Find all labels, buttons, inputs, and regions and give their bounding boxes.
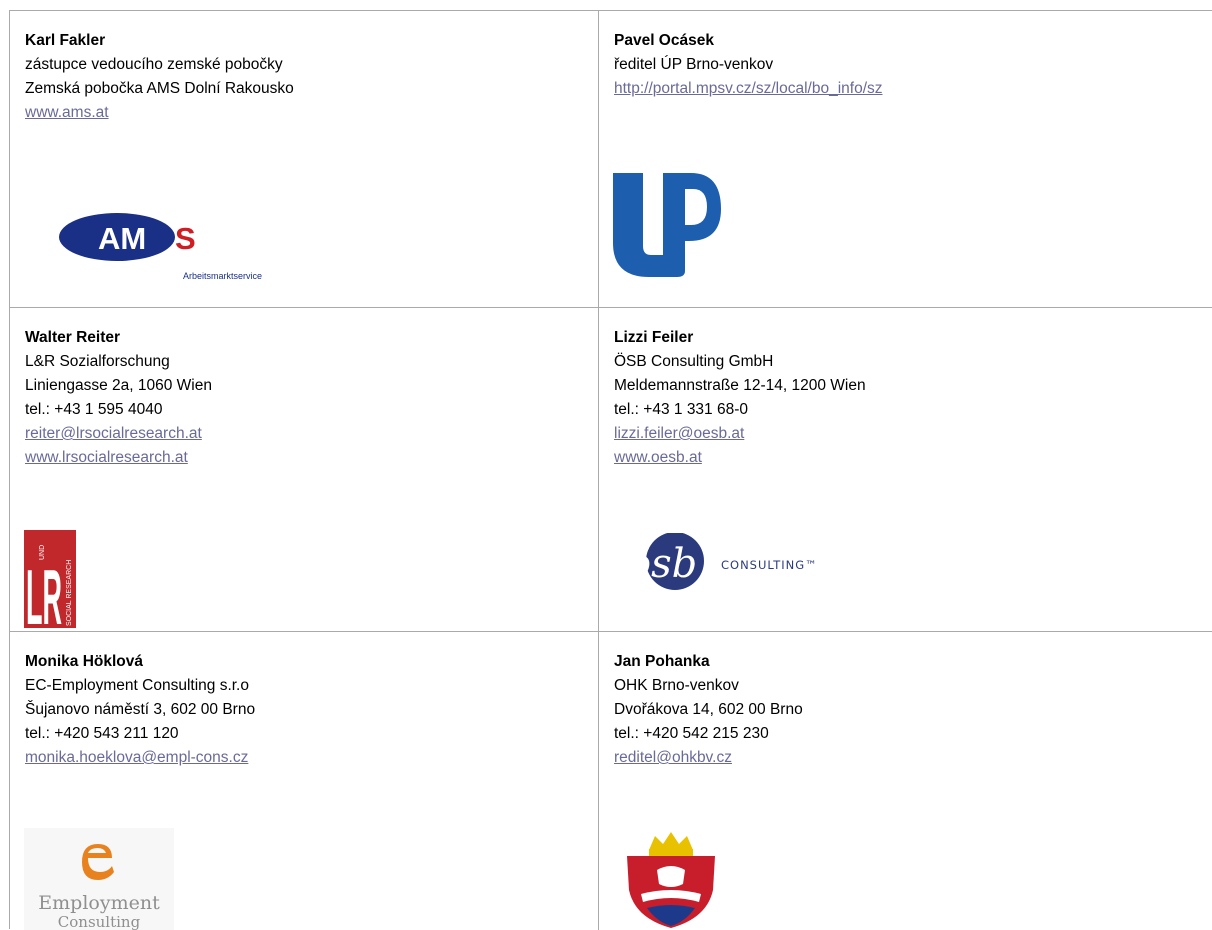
up-logo <box>613 171 723 281</box>
contact-phone: tel.: +420 542 215 230 <box>614 725 769 742</box>
ec-logo-text: Employment <box>38 892 160 914</box>
contact-organization: EC-Employment Consulting s.r.o <box>25 677 249 694</box>
contact-position: ředitel ÚP Brno-venkov <box>614 56 774 73</box>
contact-cell-reiter: Walter Reiter L&R Sozialforschung Linien… <box>10 308 599 632</box>
lr-logo-side: SOCIAL RESEARCH <box>66 560 73 626</box>
ec-logo-subtext: Consulting <box>58 913 141 930</box>
website-link[interactable]: http://portal.mpsv.cz/sz/local/bo_info/s… <box>614 80 883 97</box>
contact-organization: Zemská pobočka AMS Dolní Rakousko <box>25 80 294 97</box>
contact-phone: tel.: +43 1 595 4040 <box>25 401 163 418</box>
lr-logo-und: UND <box>39 545 46 560</box>
website-link[interactable]: www.ams.at <box>25 104 109 121</box>
lr-logo-text: LR <box>26 553 62 628</box>
contact-name: Walter Reiter <box>25 329 121 346</box>
contact-cell-hoklova: Monika Höklová EC-Employment Consulting … <box>10 632 599 930</box>
lr-logo: LR SOCIAL RESEARCH UND <box>24 530 76 631</box>
contact-organization: L&R Sozialforschung <box>25 353 170 370</box>
email-link[interactable]: lizzi.feiler@oesb.at <box>614 425 744 442</box>
contact-phone: tel.: +420 543 211 120 <box>25 725 179 742</box>
svg-text:S: S <box>175 221 196 256</box>
osb-logo: ösb CONSULTING™ <box>617 532 867 593</box>
contact-cell-ocasek: Pavel Ocásek ředitel ÚP Brno-venkov http… <box>599 11 1212 308</box>
contact-cell-pohanka: Jan Pohanka OHK Brno-venkov Dvořákova 14… <box>599 632 1212 930</box>
contact-name: Monika Höklová <box>25 653 143 670</box>
contact-address: Šujanovo náměstí 3, 602 00 Brno <box>25 701 256 718</box>
website-link[interactable]: www.oesb.at <box>614 449 702 466</box>
ams-logo-subtext: Arbeitsmarktservice <box>183 271 262 281</box>
contact-cell-fakler: Karl Fakler zástupce vedoucího zemské po… <box>10 11 599 308</box>
ec-logo: Employment Consulting <box>24 828 174 930</box>
contact-position: zástupce vedoucího zemské pobočky <box>25 56 283 73</box>
contacts-table: Karl Fakler zástupce vedoucího zemské po… <box>9 10 1212 930</box>
ams-logo: AM S Arbeitsmarktservice <box>35 161 315 301</box>
svg-text:AM: AM <box>98 221 146 256</box>
osb-logo-subtext: CONSULTING™ <box>721 558 818 572</box>
contact-name: Karl Fakler <box>25 32 106 49</box>
osb-logo-text: ösb <box>627 541 697 587</box>
contact-address: Meldemannstraße 12-14, 1200 Wien <box>614 377 866 394</box>
email-link[interactable]: reditel@ohkbv.cz <box>614 749 732 766</box>
contact-name: Lizzi Feiler <box>614 329 694 346</box>
contact-organization: OHK Brno-venkov <box>614 677 739 694</box>
contact-phone: tel.: +43 1 331 68-0 <box>614 401 749 418</box>
website-link[interactable]: www.lrsocialresearch.at <box>25 449 188 466</box>
contact-name: Jan Pohanka <box>614 653 710 670</box>
email-link[interactable]: reiter@lrsocialresearch.at <box>25 425 202 442</box>
email-link[interactable]: monika.hoeklova@empl-cons.cz <box>25 749 248 766</box>
ohk-coat-of-arms-logo <box>621 832 721 930</box>
contact-organization: ÖSB Consulting GmbH <box>614 353 774 370</box>
contact-address: Dvořákova 14, 602 00 Brno <box>614 701 803 718</box>
contact-name: Pavel Ocásek <box>614 32 714 49</box>
contact-cell-feiler: Lizzi Feiler ÖSB Consulting GmbH Meldema… <box>599 308 1212 632</box>
contact-address: Liniengasse 2a, 1060 Wien <box>25 377 212 394</box>
